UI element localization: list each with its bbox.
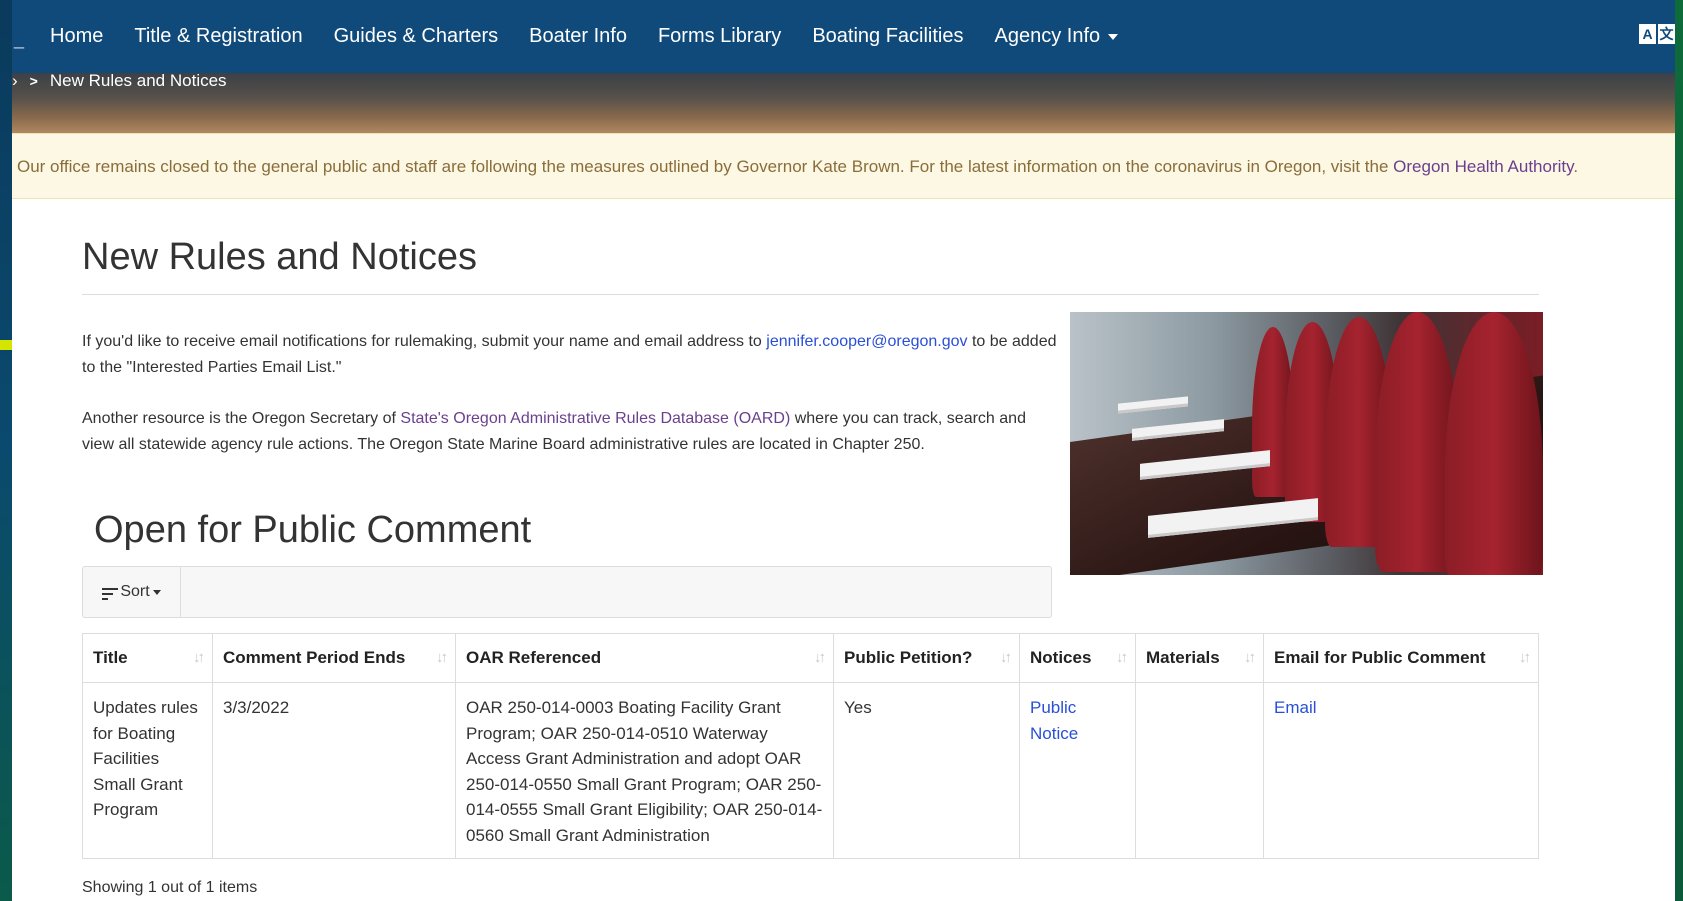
column-header-notices[interactable]: Notices ↓↑ — [1019, 633, 1136, 683]
section-title: Open for Public Comment — [94, 509, 532, 551]
nav-item-title-registration[interactable]: Title & Registration — [134, 25, 302, 48]
column-header-label: Materials — [1146, 648, 1220, 667]
table-row: Updates rules for Boating Facilities Sma… — [82, 682, 1539, 859]
nav-dash: _ — [14, 29, 25, 49]
sort-button[interactable]: Sort — [83, 567, 181, 617]
nav-item-home[interactable]: Home — [50, 25, 103, 48]
chevron-down-icon — [1108, 33, 1119, 40]
sort-arrows-icon: ↓↑ — [1519, 649, 1531, 666]
meeting-room-photo — [1070, 312, 1543, 575]
sort-icon — [102, 588, 119, 600]
alert-end: . — [1573, 157, 1579, 176]
email-link[interactable]: Email — [1274, 698, 1317, 717]
chevron-right-icon: > — [29, 73, 38, 89]
photo-chair — [1445, 312, 1543, 575]
sort-arrows-icon: ↓↑ — [436, 649, 448, 666]
cell-comment-period-ends: 3/3/2022 — [212, 682, 456, 859]
table-header-row: Title ↓↑ Comment Period Ends ↓↑ OAR Refere… — [82, 633, 1539, 683]
cell-notices: Public Notice — [1019, 682, 1136, 859]
rules-table: Title ↓↑ Comment Period Ends ↓↑ OAR Refere… — [82, 633, 1539, 859]
column-header-label: OAR Referenced — [466, 648, 602, 667]
page: _ Home Title & Registration Guides & Cha… — [12, 0, 1675, 901]
hero-banner: › > New Rules and Notices — [12, 71, 1675, 133]
sort-arrows-icon: ↓↑ — [814, 649, 826, 666]
column-header-email[interactable]: Email for Public Comment ↓↑ — [1263, 633, 1539, 683]
photo-paper — [1118, 396, 1188, 414]
column-header-comment-period-ends[interactable]: Comment Period Ends ↓↑ — [212, 633, 456, 683]
nav-item-agency-info-label: Agency Info — [994, 25, 1101, 47]
column-header-label: Comment Period Ends — [223, 648, 406, 667]
breadcrumb-current: New Rules and Notices — [49, 71, 227, 90]
intro-paragraph-2: Another resource is the Oregon Secretary… — [82, 406, 1062, 458]
page-title: New Rules and Notices — [82, 236, 1539, 295]
intro-text: If you'd like to receive email notificat… — [82, 329, 1062, 483]
column-header-title[interactable]: Title ↓↑ — [82, 633, 213, 683]
column-header-materials[interactable]: Materials ↓↑ — [1135, 633, 1264, 683]
cell-title: Updates rules for Boating Facilities Sma… — [82, 682, 213, 859]
column-header-label: Public Petition? — [844, 648, 973, 667]
sort-arrows-icon: ↓↑ — [1000, 649, 1012, 666]
cell-oar-referenced: OAR 250-014-0003 Boating Facility Grant … — [455, 682, 834, 859]
alert-text: Our office remains closed to the general… — [17, 157, 1394, 176]
covid-alert: Our office remains closed to the general… — [12, 133, 1675, 199]
grid-toolbar: Sort — [82, 566, 1052, 618]
sort-arrows-icon: ↓↑ — [1244, 649, 1256, 666]
public-notice-link[interactable]: Public Notice — [1030, 698, 1078, 743]
oard-link[interactable]: State's Oregon Administrative Rules Data… — [400, 410, 790, 427]
intro1-before: If you'd like to receive email notificat… — [82, 333, 767, 350]
main-content: New Rules and Notices If you'd like to r… — [82, 199, 1551, 896]
sort-label: Sort — [120, 583, 150, 600]
intro2-before: Another resource is the Oregon Secretary… — [82, 410, 401, 427]
nav-item-boating-facilities[interactable]: Boating Facilities — [812, 25, 963, 48]
intro-paragraph-1: If you'd like to receive email notificat… — [82, 329, 1062, 381]
email-contact-link[interactable]: jennifer.cooper@oregon.gov — [766, 333, 967, 350]
column-header-label: Title — [93, 648, 128, 667]
text-size-button[interactable]: A — [1639, 24, 1656, 44]
accessibility-tools: A 文 — [1637, 24, 1675, 44]
chevron-down-icon — [152, 589, 161, 595]
left-background-strip — [0, 0, 12, 901]
right-background-strip — [1675, 0, 1683, 901]
main-navbar: _ Home Title & Registration Guides & Cha… — [12, 0, 1675, 73]
items-count: Showing 1 out of 1 items — [82, 879, 258, 896]
column-header-oar-referenced[interactable]: OAR Referenced ↓↑ — [455, 633, 834, 683]
column-header-public-petition[interactable]: Public Petition? ↓↑ — [833, 633, 1020, 683]
cell-public-petition: Yes — [833, 682, 1020, 859]
translate-button[interactable]: 文 — [1658, 24, 1675, 44]
nav-item-agency-info[interactable]: Agency Info — [995, 25, 1119, 48]
oha-link[interactable]: Oregon Health Authority — [1393, 157, 1573, 176]
breadcrumb: › > New Rules and Notices — [12, 71, 227, 91]
column-header-label: Email for Public Comment — [1274, 648, 1486, 667]
decorative-mark — [0, 340, 12, 350]
cell-email: Email — [1263, 682, 1539, 859]
nav-item-forms-library[interactable]: Forms Library — [658, 25, 781, 48]
nav-item-boater-info[interactable]: Boater Info — [529, 25, 627, 48]
sort-arrows-icon: ↓↑ — [193, 649, 205, 666]
breadcrumb-previous[interactable]: › — [12, 71, 18, 91]
nav-item-guides-charters[interactable]: Guides & Charters — [334, 25, 499, 48]
cell-materials — [1135, 682, 1264, 859]
sort-arrows-icon: ↓↑ — [1116, 649, 1128, 666]
column-header-label: Notices — [1030, 648, 1092, 667]
